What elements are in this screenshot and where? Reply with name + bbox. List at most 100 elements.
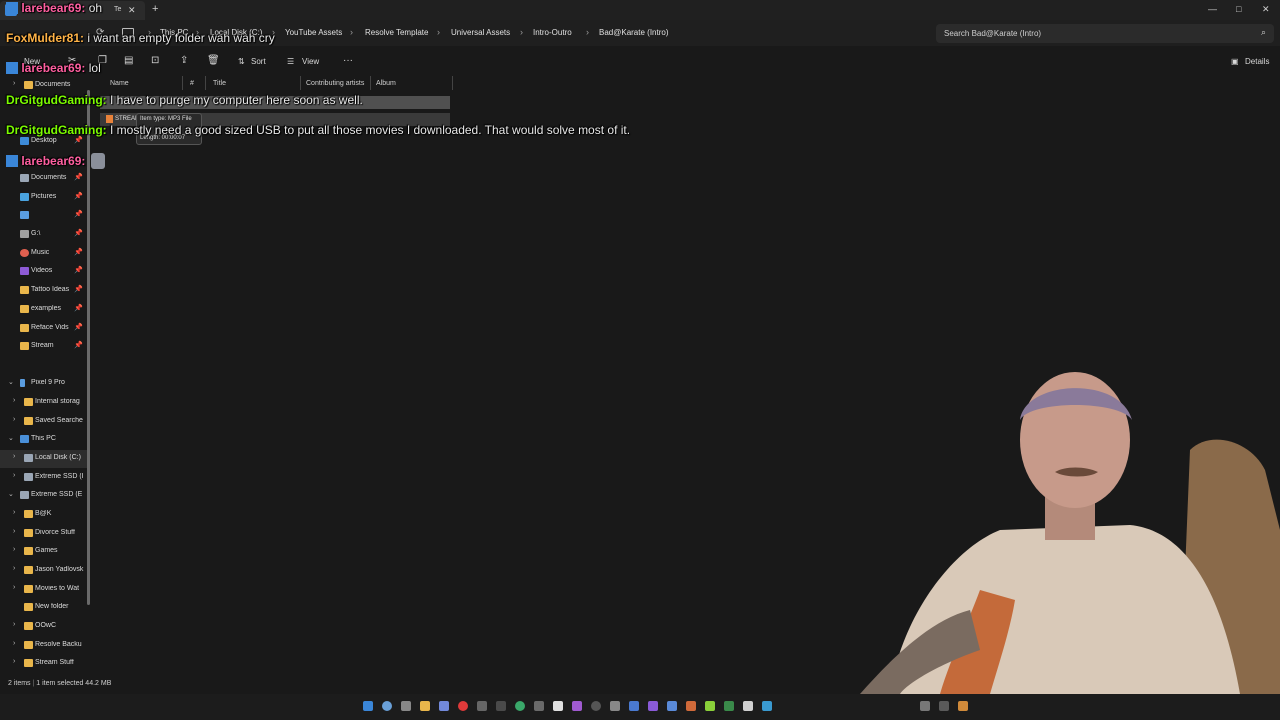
file-explorer-icon[interactable] [420, 701, 430, 711]
pin-icon[interactable]: 📌 [74, 248, 83, 256]
chevron-right-icon[interactable]: › [13, 397, 15, 404]
start-icon[interactable] [363, 701, 373, 711]
chevron-right-icon[interactable]: › [13, 416, 15, 423]
app-icon[interactable] [648, 701, 658, 711]
app-icon[interactable] [610, 701, 620, 711]
chevron-right-icon[interactable]: › [13, 509, 15, 516]
search-box[interactable]: Search Bad@Karate (Intro) ⌕ [936, 24, 1274, 43]
sort-button[interactable]: Sort [251, 57, 266, 66]
tree-item-extreme-ssd-i[interactable]: › Extreme SSD (I [0, 469, 88, 487]
app-icon[interactable] [458, 701, 468, 711]
new-tab-button[interactable]: + [152, 3, 158, 15]
app-icon[interactable] [762, 701, 772, 711]
tree-item-divorce-stuff[interactable]: › Divorce Stuff [0, 525, 88, 543]
task-view-icon[interactable] [401, 701, 411, 711]
sidebar-item-pictures[interactable]: Pictures 📌 [0, 189, 88, 207]
maximize-button[interactable]: □ [1236, 4, 1241, 14]
chevron-right-icon[interactable]: › [13, 584, 15, 591]
tree-item-internal-storage[interactable]: › Internal storag [0, 394, 88, 412]
chevron-right-icon[interactable]: › [13, 453, 15, 460]
sidebar-item-examples[interactable]: examples 📌 [0, 301, 88, 319]
chevron-down-icon[interactable]: ⌄ [8, 434, 14, 442]
tree-item-pixel-9-pro[interactable]: ⌄ Pixel 9 Pro [0, 375, 88, 393]
tree-item-stream-stuff[interactable]: › Stream Stuff [0, 655, 88, 673]
column-divider[interactable] [370, 76, 371, 90]
app-icon[interactable] [686, 701, 696, 711]
column-divider[interactable] [182, 76, 183, 90]
pin-icon[interactable]: 📌 [74, 173, 83, 181]
tree-item-this-pc[interactable]: ⌄ This PC [0, 431, 88, 449]
view-button[interactable]: View [302, 57, 319, 66]
tree-item-jason-yadlovsk[interactable]: › Jason Yadlovsk [0, 562, 88, 580]
pin-icon[interactable]: 📌 [74, 285, 83, 293]
sidebar-item-documents[interactable]: Documents 📌 [0, 170, 88, 188]
chevron-right-icon[interactable]: › [13, 472, 15, 479]
breadcrumb-current-folder[interactable]: Bad@Karate (Intro) [599, 28, 668, 37]
pin-icon[interactable]: 📌 [74, 266, 83, 274]
details-icon[interactable]: ▣ [1231, 57, 1239, 66]
app-icon[interactable] [572, 701, 582, 711]
app-icon[interactable] [553, 701, 563, 711]
sidebar-item-reface-vids[interactable]: Reface Vids 📌 [0, 320, 88, 338]
chevron-right-icon[interactable]: › [13, 546, 15, 553]
pin-icon[interactable]: 📌 [74, 323, 83, 331]
chevron-right-icon[interactable]: › [13, 528, 15, 535]
tree-item-bak[interactable]: › B@K [0, 506, 88, 524]
breadcrumb-youtube-assets[interactable]: YouTube Assets [285, 28, 342, 37]
column-divider[interactable] [452, 76, 453, 90]
sidebar-item-drive[interactable]: 📌 [0, 207, 88, 225]
tray-app-icon[interactable] [958, 701, 968, 711]
app-icon[interactable] [629, 701, 639, 711]
tree-item-extreme-ssd-e[interactable]: ⌄ Extreme SSD (E:) [0, 487, 88, 505]
breadcrumb-resolve-template[interactable]: Resolve Template [365, 28, 428, 37]
sidebar-item-videos[interactable]: Videos 📌 [0, 263, 88, 281]
app-icon[interactable] [724, 701, 734, 711]
paste-icon[interactable]: ▤ [124, 55, 133, 66]
pin-icon[interactable]: 📌 [74, 136, 83, 144]
app-icon[interactable] [477, 701, 487, 711]
tree-item-saved-searches[interactable]: › Saved Searche [0, 413, 88, 431]
share-icon[interactable]: ⇪ [180, 55, 188, 66]
tree-item-games[interactable]: › Games [0, 543, 88, 561]
tree-item-resolve-backup[interactable]: › Resolve Backu [0, 637, 88, 655]
tab-close-icon[interactable]: ✕ [128, 5, 136, 16]
pin-icon[interactable]: 📌 [74, 229, 83, 237]
search-icon[interactable]: ⌕ [1261, 27, 1266, 38]
breadcrumb-intro-outro[interactable]: Intro-Outro [533, 28, 572, 37]
view-icon[interactable]: ☰ [287, 57, 294, 66]
more-options-button[interactable]: ··· [343, 55, 353, 66]
delete-icon[interactable]: 🗑 [207, 55, 220, 66]
sidebar-item-music[interactable]: Music 📌 [0, 245, 88, 263]
chevron-right-icon[interactable]: › [13, 80, 15, 87]
app-icon[interactable] [534, 701, 544, 711]
settings-icon[interactable] [591, 701, 601, 711]
tray-discord-icon[interactable] [939, 701, 949, 711]
column-header-contributing-artists[interactable]: Contributing artists [306, 80, 364, 87]
sort-icon[interactable]: ⇅ [238, 57, 245, 66]
minimize-button[interactable]: — [1208, 4, 1217, 14]
chevron-right-icon[interactable]: › [13, 565, 15, 572]
column-header-album[interactable]: Album [376, 80, 396, 87]
chevron-right-icon[interactable]: › [13, 621, 15, 628]
tree-item-local-disk[interactable]: › Local Disk (C:) [0, 450, 88, 468]
chevron-right-icon[interactable]: › [13, 640, 15, 647]
details-button[interactable]: Details [1245, 57, 1269, 66]
pin-icon[interactable]: 📌 [74, 192, 83, 200]
tray-chevron-icon[interactable] [920, 701, 930, 711]
column-divider[interactable] [205, 76, 206, 90]
column-header-number[interactable]: # [190, 80, 194, 87]
search-input[interactable]: Search Bad@Karate (Intro) [944, 29, 1041, 38]
sidebar-item-tattoo-ideas[interactable]: Tattoo Ideas 📌 [0, 282, 88, 300]
rename-icon[interactable]: ⊡ [151, 55, 159, 66]
close-button[interactable]: ✕ [1262, 4, 1270, 15]
pin-icon[interactable]: 📌 [74, 304, 83, 312]
chevron-down-icon[interactable]: ⌄ [8, 378, 14, 386]
breadcrumb-universal-assets[interactable]: Universal Assets [451, 28, 510, 37]
app-icon[interactable] [667, 701, 677, 711]
discord-icon[interactable] [439, 701, 449, 711]
tree-item-new-folder[interactable]: New folder [0, 599, 88, 617]
column-divider[interactable] [300, 76, 301, 90]
sidebar-item-stream[interactable]: Stream 📌 [0, 338, 88, 356]
pin-icon[interactable]: 📌 [74, 341, 83, 349]
chevron-down-icon[interactable]: ⌄ [8, 490, 14, 498]
